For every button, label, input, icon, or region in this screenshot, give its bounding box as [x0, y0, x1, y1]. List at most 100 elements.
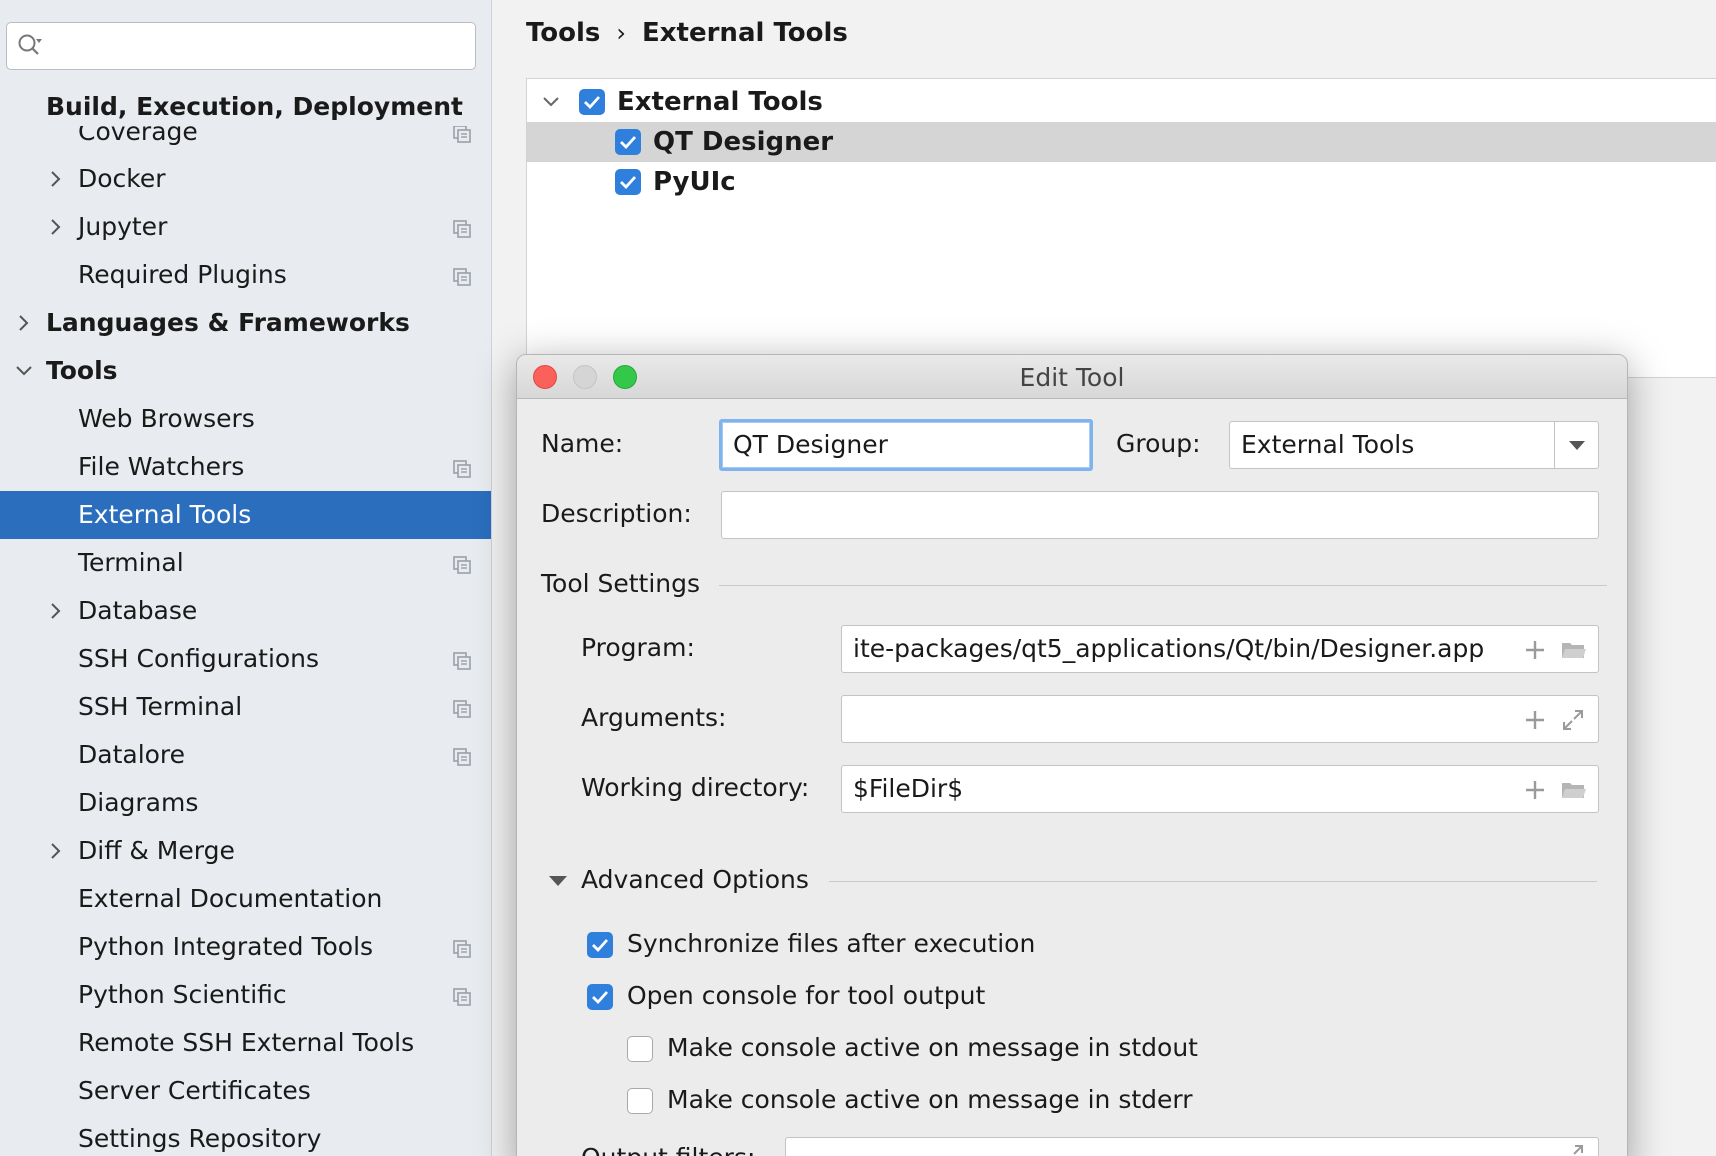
project-settings-icon	[453, 126, 471, 143]
sidebar-item-settings-repository[interactable]: Settings Repository	[0, 1115, 491, 1156]
description-field[interactable]	[721, 491, 1599, 539]
tree-item-checkbox[interactable]	[615, 129, 641, 155]
output-filters-label: Output filters:	[581, 1143, 755, 1156]
checkbox[interactable]	[627, 1036, 653, 1062]
sidebar-item-label: Server Certificates	[78, 1076, 311, 1105]
search-box[interactable]	[6, 22, 476, 70]
group-combobox[interactable]: External Tools	[1229, 421, 1599, 469]
tree-group-label: External Tools	[617, 87, 823, 117]
folder-icon[interactable]	[1560, 777, 1586, 803]
checkbox[interactable]	[587, 932, 613, 958]
folder-icon[interactable]	[1560, 637, 1586, 663]
chevron-down-icon[interactable]	[541, 92, 561, 112]
collapse-triangle-icon[interactable]	[547, 873, 569, 889]
sidebar-item-diagrams[interactable]: Diagrams	[0, 779, 491, 827]
sidebar-item-ssh-configurations[interactable]: SSH Configurations	[0, 635, 491, 683]
option-label: Synchronize files after execution	[627, 929, 1036, 958]
sidebar-item-label: Jupyter	[78, 212, 168, 241]
working-directory-field[interactable]: $FileDir$	[841, 765, 1599, 813]
insert-macro-icon[interactable]	[1522, 707, 1548, 733]
sidebar-item-external-tools[interactable]: External Tools	[0, 491, 491, 539]
option-open-console[interactable]: Open console for tool output	[587, 979, 1487, 1019]
sidebar-item-python-integrated-tools[interactable]: Python Integrated Tools	[0, 923, 491, 971]
sidebar-item-ssh-terminal[interactable]: SSH Terminal	[0, 683, 491, 731]
dialog-titlebar[interactable]: Edit Tool	[517, 355, 1627, 399]
tree-item-pyuic[interactable]: PyUIc	[527, 162, 1716, 202]
tree-item-qt-designer[interactable]: QT Designer	[527, 122, 1716, 162]
project-settings-icon	[453, 748, 471, 766]
sidebar-item-label: Docker	[78, 164, 166, 193]
advanced-options-heading[interactable]: Advanced Options	[581, 865, 809, 894]
name-value: QT Designer	[733, 430, 888, 459]
breadcrumb-parent[interactable]: Tools	[526, 18, 600, 48]
sidebar-item-external-documentation[interactable]: External Documentation	[0, 875, 491, 923]
option-label: Make console active on message in stdout	[667, 1033, 1198, 1062]
sidebar-item-terminal[interactable]: Terminal	[0, 539, 491, 587]
chevron-right-icon[interactable]	[46, 217, 66, 237]
search-input[interactable]	[53, 29, 463, 63]
sidebar-item-server-certificates[interactable]: Server Certificates	[0, 1067, 491, 1115]
checkbox[interactable]	[587, 984, 613, 1010]
dialog-title: Edit Tool	[1019, 363, 1125, 392]
name-label: Name:	[541, 429, 624, 458]
sidebar-item-label: Remote SSH External Tools	[78, 1028, 415, 1057]
option-console-active-stdout[interactable]: Make console active on message in stdout	[627, 1031, 1527, 1071]
chevron-right-icon[interactable]	[46, 169, 66, 189]
external-tools-tree: External Tools QT Designer PyUIc	[526, 78, 1716, 378]
sidebar-item-jupyter[interactable]: Jupyter	[0, 203, 491, 251]
option-label: Make console active on message in stderr	[667, 1085, 1193, 1114]
program-field[interactable]: ite-packages/qt5_applications/Qt/bin/Des…	[841, 625, 1599, 673]
chevron-down-icon[interactable]	[14, 361, 34, 381]
description-label: Description:	[541, 499, 692, 528]
insert-macro-icon[interactable]	[1522, 637, 1548, 663]
tool-settings-heading: Tool Settings	[541, 569, 701, 598]
insert-macro-icon[interactable]	[1522, 777, 1548, 803]
project-settings-icon	[453, 700, 471, 718]
chevron-right-icon[interactable]	[46, 601, 66, 621]
sidebar-item-label: Languages & Frameworks	[46, 308, 410, 337]
sidebar-item-label: Web Browsers	[78, 404, 255, 433]
sidebar-item-python-scientific[interactable]: Python Scientific	[0, 971, 491, 1019]
sidebar-item-languages-frameworks[interactable]: Languages & Frameworks	[0, 299, 491, 347]
sidebar-item-label: Settings Repository	[78, 1124, 322, 1153]
tree-item-checkbox[interactable]	[615, 169, 641, 195]
sidebar-item-remote-ssh-external-tools[interactable]: Remote SSH External Tools	[0, 1019, 491, 1067]
working-directory-value: $FileDir$	[853, 774, 964, 803]
sidebar-item-web-browsers[interactable]: Web Browsers	[0, 395, 491, 443]
arguments-field[interactable]	[841, 695, 1599, 743]
sidebar-item-file-watchers[interactable]: File Watchers	[0, 443, 491, 491]
sidebar-item-required-plugins[interactable]: Required Plugins	[0, 251, 491, 299]
breadcrumb-separator-icon: ›	[616, 19, 627, 47]
option-console-active-stderr[interactable]: Make console active on message in stderr	[627, 1083, 1527, 1123]
sidebar-item-datalore[interactable]: Datalore	[0, 731, 491, 779]
project-settings-icon	[453, 268, 471, 286]
group-label: Group:	[1116, 429, 1201, 458]
expand-icon[interactable]	[1560, 1142, 1586, 1156]
sidebar-group-build-execution-deployment[interactable]: Build, Execution, Deployment	[46, 92, 463, 121]
sidebar-item-database[interactable]: Database	[0, 587, 491, 635]
tree-group-checkbox[interactable]	[579, 89, 605, 115]
option-synchronize-files[interactable]: Synchronize files after execution	[587, 927, 1487, 967]
chevron-right-icon[interactable]	[46, 841, 66, 861]
project-settings-icon	[453, 556, 471, 574]
sidebar-item-tools[interactable]: Tools	[0, 347, 491, 395]
chevron-down-icon	[1569, 441, 1585, 450]
name-field[interactable]: QT Designer	[719, 419, 1093, 471]
tree-item-label: QT Designer	[653, 127, 834, 157]
checkbox[interactable]	[627, 1088, 653, 1114]
sidebar-item-label: Diagrams	[78, 788, 199, 817]
breadcrumb: Tools › External Tools	[526, 18, 848, 48]
sidebar-item-label: Database	[78, 596, 198, 625]
expand-icon[interactable]	[1560, 707, 1586, 733]
tree-group-external-tools[interactable]: External Tools	[527, 82, 1716, 122]
sidebar-item-diff-merge[interactable]: Diff & Merge	[0, 827, 491, 875]
sidebar-item-label: Terminal	[78, 548, 184, 577]
chevron-right-icon[interactable]	[14, 313, 34, 333]
program-value: ite-packages/qt5_applications/Qt/bin/Des…	[853, 634, 1485, 663]
dropdown-button[interactable]	[1554, 422, 1598, 468]
sidebar-item-label: Datalore	[78, 740, 186, 769]
group-value: External Tools	[1241, 430, 1415, 459]
sidebar-item-docker[interactable]: Docker	[0, 155, 491, 203]
output-filters-field[interactable]	[785, 1137, 1599, 1156]
project-settings-icon	[453, 220, 471, 238]
